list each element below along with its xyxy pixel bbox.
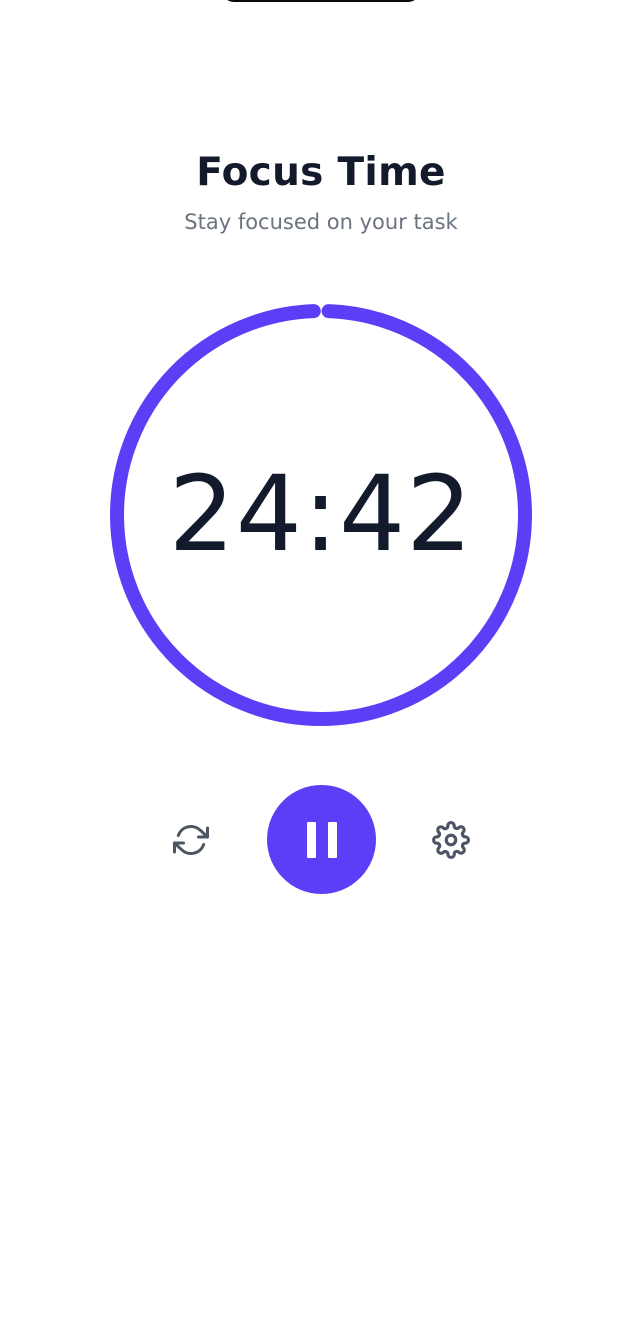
pause-icon [306, 821, 337, 858]
page-title: Focus Time [196, 150, 446, 195]
gear-icon [432, 821, 470, 859]
timer-display: 24:42 [168, 453, 474, 575]
device-notch [222, 0, 420, 2]
page-subtitle: Stay focused on your task [184, 210, 458, 234]
refresh-icon [173, 825, 209, 855]
settings-button[interactable] [423, 812, 479, 868]
pause-button[interactable] [267, 785, 376, 894]
focus-timer-screen: Focus Time Stay focused on your task 24:… [0, 0, 642, 1330]
reset-button[interactable] [163, 812, 219, 868]
